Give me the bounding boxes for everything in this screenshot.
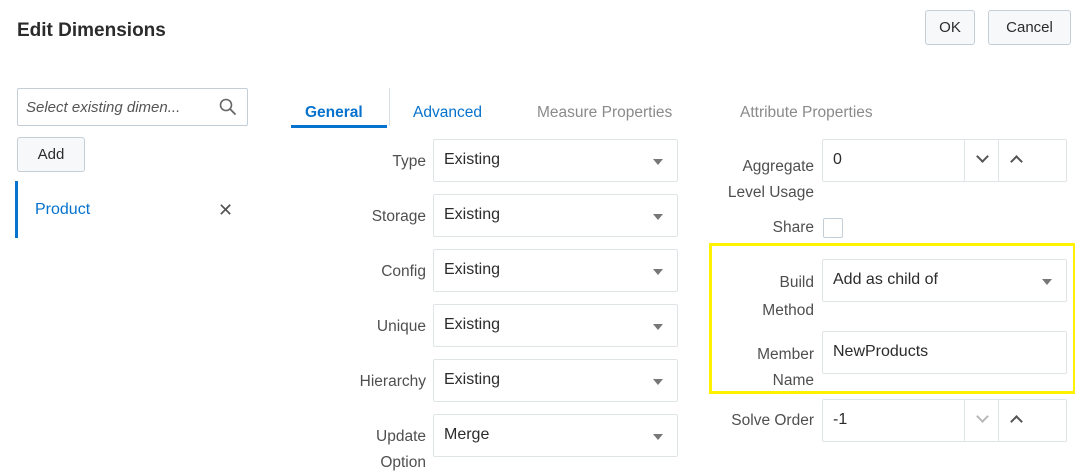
cancel-button[interactable]: Cancel [988, 10, 1071, 45]
tab-attribute-properties: Attribute Properties [740, 104, 873, 121]
update-option-label-line2: Option [380, 454, 426, 471]
chevron-down-icon [976, 410, 989, 423]
caret-down-icon [653, 379, 663, 385]
increment-button[interactable] [998, 400, 1032, 441]
update-option-label-line1: Update [376, 428, 426, 445]
dimension-list-item[interactable]: Product ✕ [15, 181, 245, 238]
chevron-up-icon [1010, 155, 1023, 168]
hierarchy-label: Hierarchy [359, 373, 426, 390]
tab-divider [389, 88, 390, 126]
tab-general[interactable]: General [305, 104, 363, 122]
hierarchy-value: Existing [444, 371, 501, 388]
unique-select[interactable]: Existing [433, 304, 678, 347]
chevron-down-icon [976, 150, 989, 163]
chevron-up-icon [1010, 415, 1023, 428]
caret-down-icon [653, 434, 663, 440]
aggregate-label-line2: Level Usage [727, 184, 814, 201]
active-tab-indicator [291, 125, 387, 128]
share-label: Share [772, 219, 814, 236]
aggregate-value: 0 [833, 151, 842, 168]
decrement-button [964, 400, 998, 441]
tab-advanced[interactable]: Advanced [413, 104, 482, 122]
update-option-value: Merge [444, 426, 490, 443]
type-select[interactable]: Existing [433, 139, 678, 182]
close-icon[interactable]: ✕ [218, 201, 233, 219]
ok-button[interactable]: OK [925, 10, 975, 45]
type-value: Existing [444, 151, 501, 168]
tab-measure-properties: Measure Properties [537, 104, 673, 121]
aggregate-label-line1: Aggregate [742, 158, 814, 175]
config-label: Config [381, 263, 426, 280]
caret-down-icon [653, 269, 663, 275]
hierarchy-select[interactable]: Existing [433, 359, 678, 402]
increment-button[interactable] [998, 140, 1032, 181]
page-title: Edit Dimensions [17, 20, 166, 41]
update-option-select[interactable]: Merge [433, 414, 678, 457]
storage-label: Storage [371, 208, 426, 225]
config-select[interactable]: Existing [433, 249, 678, 292]
decrement-button[interactable] [964, 140, 998, 181]
type-label: Type [392, 153, 426, 170]
add-dimension-button[interactable]: Add [17, 137, 85, 172]
dimension-search-input[interactable] [26, 98, 216, 116]
caret-down-icon [653, 214, 663, 220]
unique-value: Existing [444, 316, 501, 333]
unique-label: Unique [376, 318, 426, 335]
dimension-search-box [17, 88, 248, 126]
solve-order-field[interactable]: -1 [822, 399, 1067, 442]
solve-order-label: Solve Order [731, 412, 814, 429]
aggregate-level-usage-field[interactable]: 0 [822, 139, 1067, 182]
storage-select[interactable]: Existing [433, 194, 678, 237]
highlight-box [709, 243, 1075, 394]
storage-value: Existing [444, 206, 501, 223]
config-value: Existing [444, 261, 501, 278]
dimension-list-item-label: Product [35, 201, 91, 218]
search-icon[interactable] [218, 97, 238, 117]
caret-down-icon [653, 159, 663, 165]
share-checkbox[interactable] [823, 218, 843, 238]
solve-order-value: -1 [833, 411, 848, 428]
caret-down-icon [653, 324, 663, 330]
